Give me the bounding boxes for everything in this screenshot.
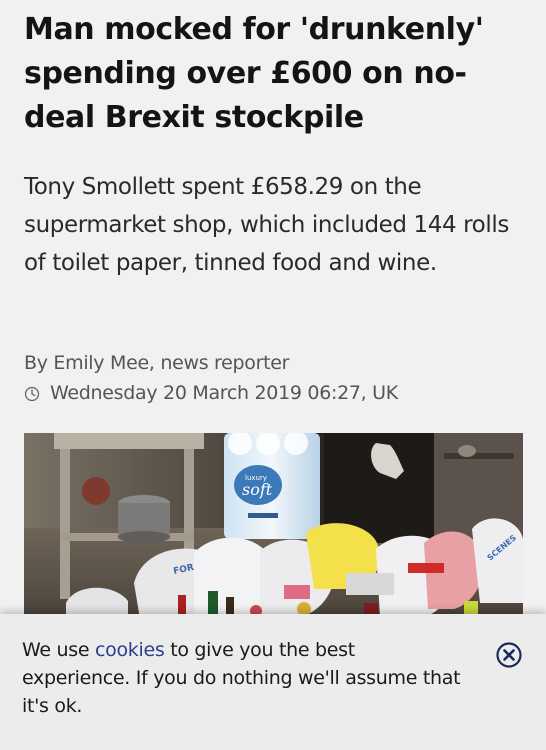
cookie-message: We use cookies to give you the best expe… [22, 636, 462, 720]
headline: Man mocked for 'drunkenly' spending over… [24, 12, 484, 135]
pack-label-text: soft [242, 480, 273, 499]
standfirst: Tony Smollett spent £658.29 on the super… [24, 174, 509, 276]
close-cookie-banner-button[interactable] [495, 641, 523, 669]
cookie-text-before: We use [22, 639, 95, 661]
cookie-banner: We use cookies to give you the best expe… [0, 614, 546, 750]
article-photo: luxury soft FOR SCENES [24, 433, 523, 623]
close-circle-icon [496, 642, 522, 668]
byline: By Emily Mee, news reporter [24, 352, 290, 374]
timestamp: Wednesday 20 March 2019 06:27, UK [50, 382, 398, 404]
cookies-link[interactable]: cookies [95, 639, 165, 661]
dateline: Wednesday 20 March 2019 06:27, UK [24, 378, 398, 408]
clock-icon [24, 385, 40, 402]
stockpile-photo-illustration: luxury soft FOR SCENES [24, 433, 523, 623]
